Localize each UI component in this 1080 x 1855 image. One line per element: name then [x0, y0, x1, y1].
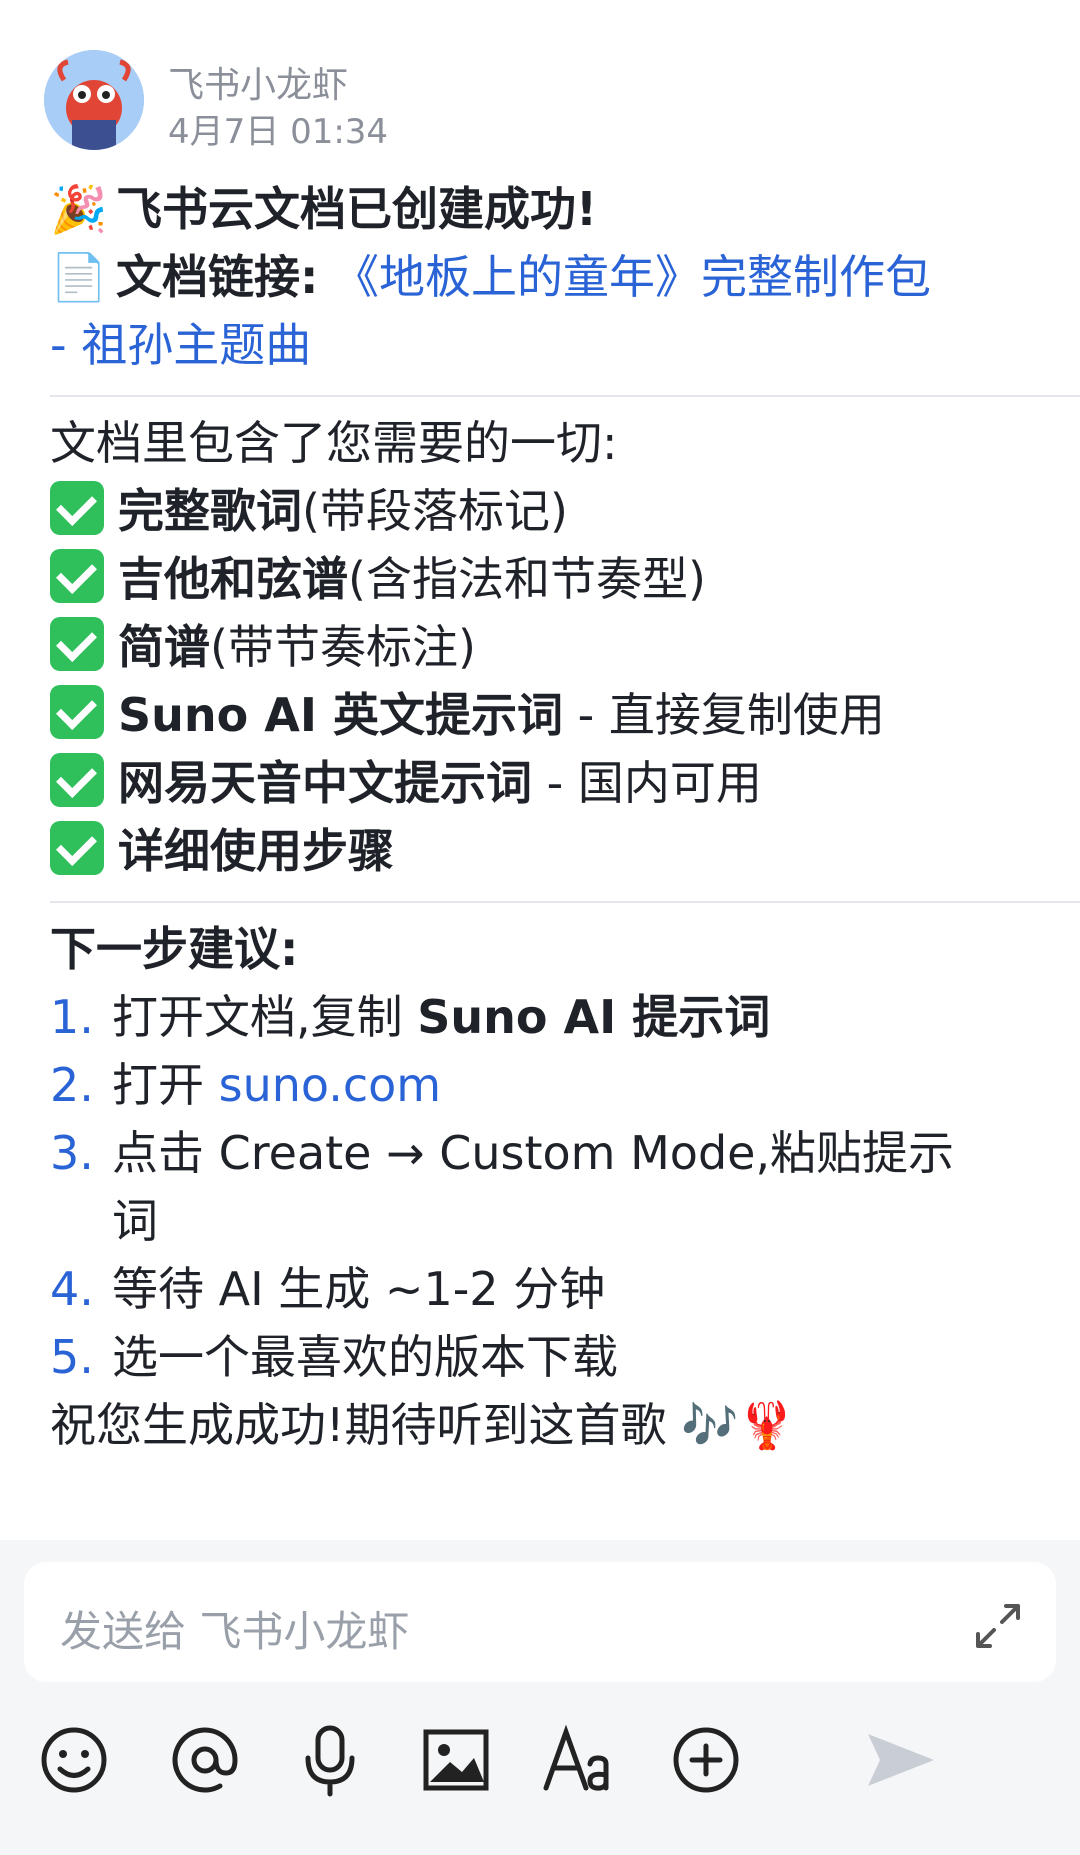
next-steps-title: 下一步建议:: [50, 922, 299, 976]
input-placeholder: 发送给 飞书小龙虾: [60, 1607, 410, 1656]
send-icon[interactable]: [860, 1720, 940, 1800]
checkmark-icon: [50, 685, 104, 739]
checkmark-icon: [50, 753, 104, 807]
mention-icon[interactable]: [165, 1720, 245, 1800]
divider: [50, 395, 1080, 397]
checkmark-icon: [50, 821, 104, 875]
checklist-item: 简谱(带节奏标注): [50, 613, 1060, 681]
divider: [50, 901, 1080, 903]
checkmark-icon: [50, 549, 104, 603]
step-item: 1. 打开文档,复制 Suno AI 提示词: [50, 990, 771, 1044]
checkmark-icon: [50, 481, 104, 535]
lobster-avatar-icon: [44, 50, 144, 150]
doc-link-continued[interactable]: - 祖孙主题曲: [50, 311, 1060, 379]
step-item: 2. 打开 suno.com: [50, 1058, 442, 1112]
composer-toolbar: [0, 1710, 1080, 1830]
image-icon[interactable]: [416, 1720, 496, 1800]
sender-name[interactable]: 飞书小龙虾: [168, 56, 348, 108]
doc-link-line: 📄 文档链接: 《地板上的童年》完整制作包: [50, 243, 1060, 311]
checklist-item: 网易天音中文提示词 - 国内可用: [50, 749, 1060, 817]
party-popper-icon: 🎉: [50, 182, 108, 236]
emoji-icon[interactable]: [34, 1720, 114, 1800]
step-item: 5. 选一个最喜欢的版本下载: [50, 1330, 618, 1384]
checklist-item: Suno AI 英文提示词 - 直接复制使用: [50, 681, 1060, 749]
message-input[interactable]: 发送给 飞书小龙虾: [24, 1562, 1056, 1682]
message-time: 4月7日 01:34: [168, 112, 389, 152]
intro-text: 文档里包含了您需要的一切:: [50, 416, 618, 470]
add-icon[interactable]: [666, 1720, 746, 1800]
microphone-icon[interactable]: [290, 1720, 370, 1800]
avatar[interactable]: [44, 50, 144, 150]
suno-link[interactable]: suno.com: [219, 1058, 441, 1112]
message-header: 飞书小龙虾 4月7日 01:34: [44, 48, 1044, 158]
text-format-icon[interactable]: [540, 1720, 620, 1800]
step-item-continued: 词: [112, 1194, 158, 1248]
message-body: 🎉 飞书云文档已创建成功! 📄 文档链接: 《地板上的童年》完整制作包 - 祖孙主题…: [50, 175, 1080, 1459]
doc-link[interactable]: 《地板上的童年》完整制作包: [333, 250, 931, 304]
message-title: 飞书云文档已创建成功!: [116, 182, 597, 236]
step-item: 3. 点击 Create → Custom Mode,粘贴提示: [50, 1126, 955, 1180]
message-composer: 发送给 飞书小龙虾: [0, 1540, 1080, 1855]
checklist-item: 详细使用步骤: [50, 817, 1060, 885]
document-icon: 📄: [50, 250, 108, 304]
expand-icon[interactable]: [970, 1598, 1026, 1654]
doc-label: 文档链接:: [116, 250, 319, 304]
checklist-item: 完整歌词(带段落标记): [50, 477, 1060, 545]
title-line: 🎉 飞书云文档已创建成功!: [50, 175, 1060, 243]
checklist-item: 吉他和弦谱(含指法和节奏型): [50, 545, 1060, 613]
step-item: 4. 等待 AI 生成 ~1-2 分钟: [50, 1262, 606, 1316]
closing-text: 祝您生成成功!期待听到这首歌 🎶🦞: [50, 1398, 796, 1452]
checkmark-icon: [50, 617, 104, 671]
